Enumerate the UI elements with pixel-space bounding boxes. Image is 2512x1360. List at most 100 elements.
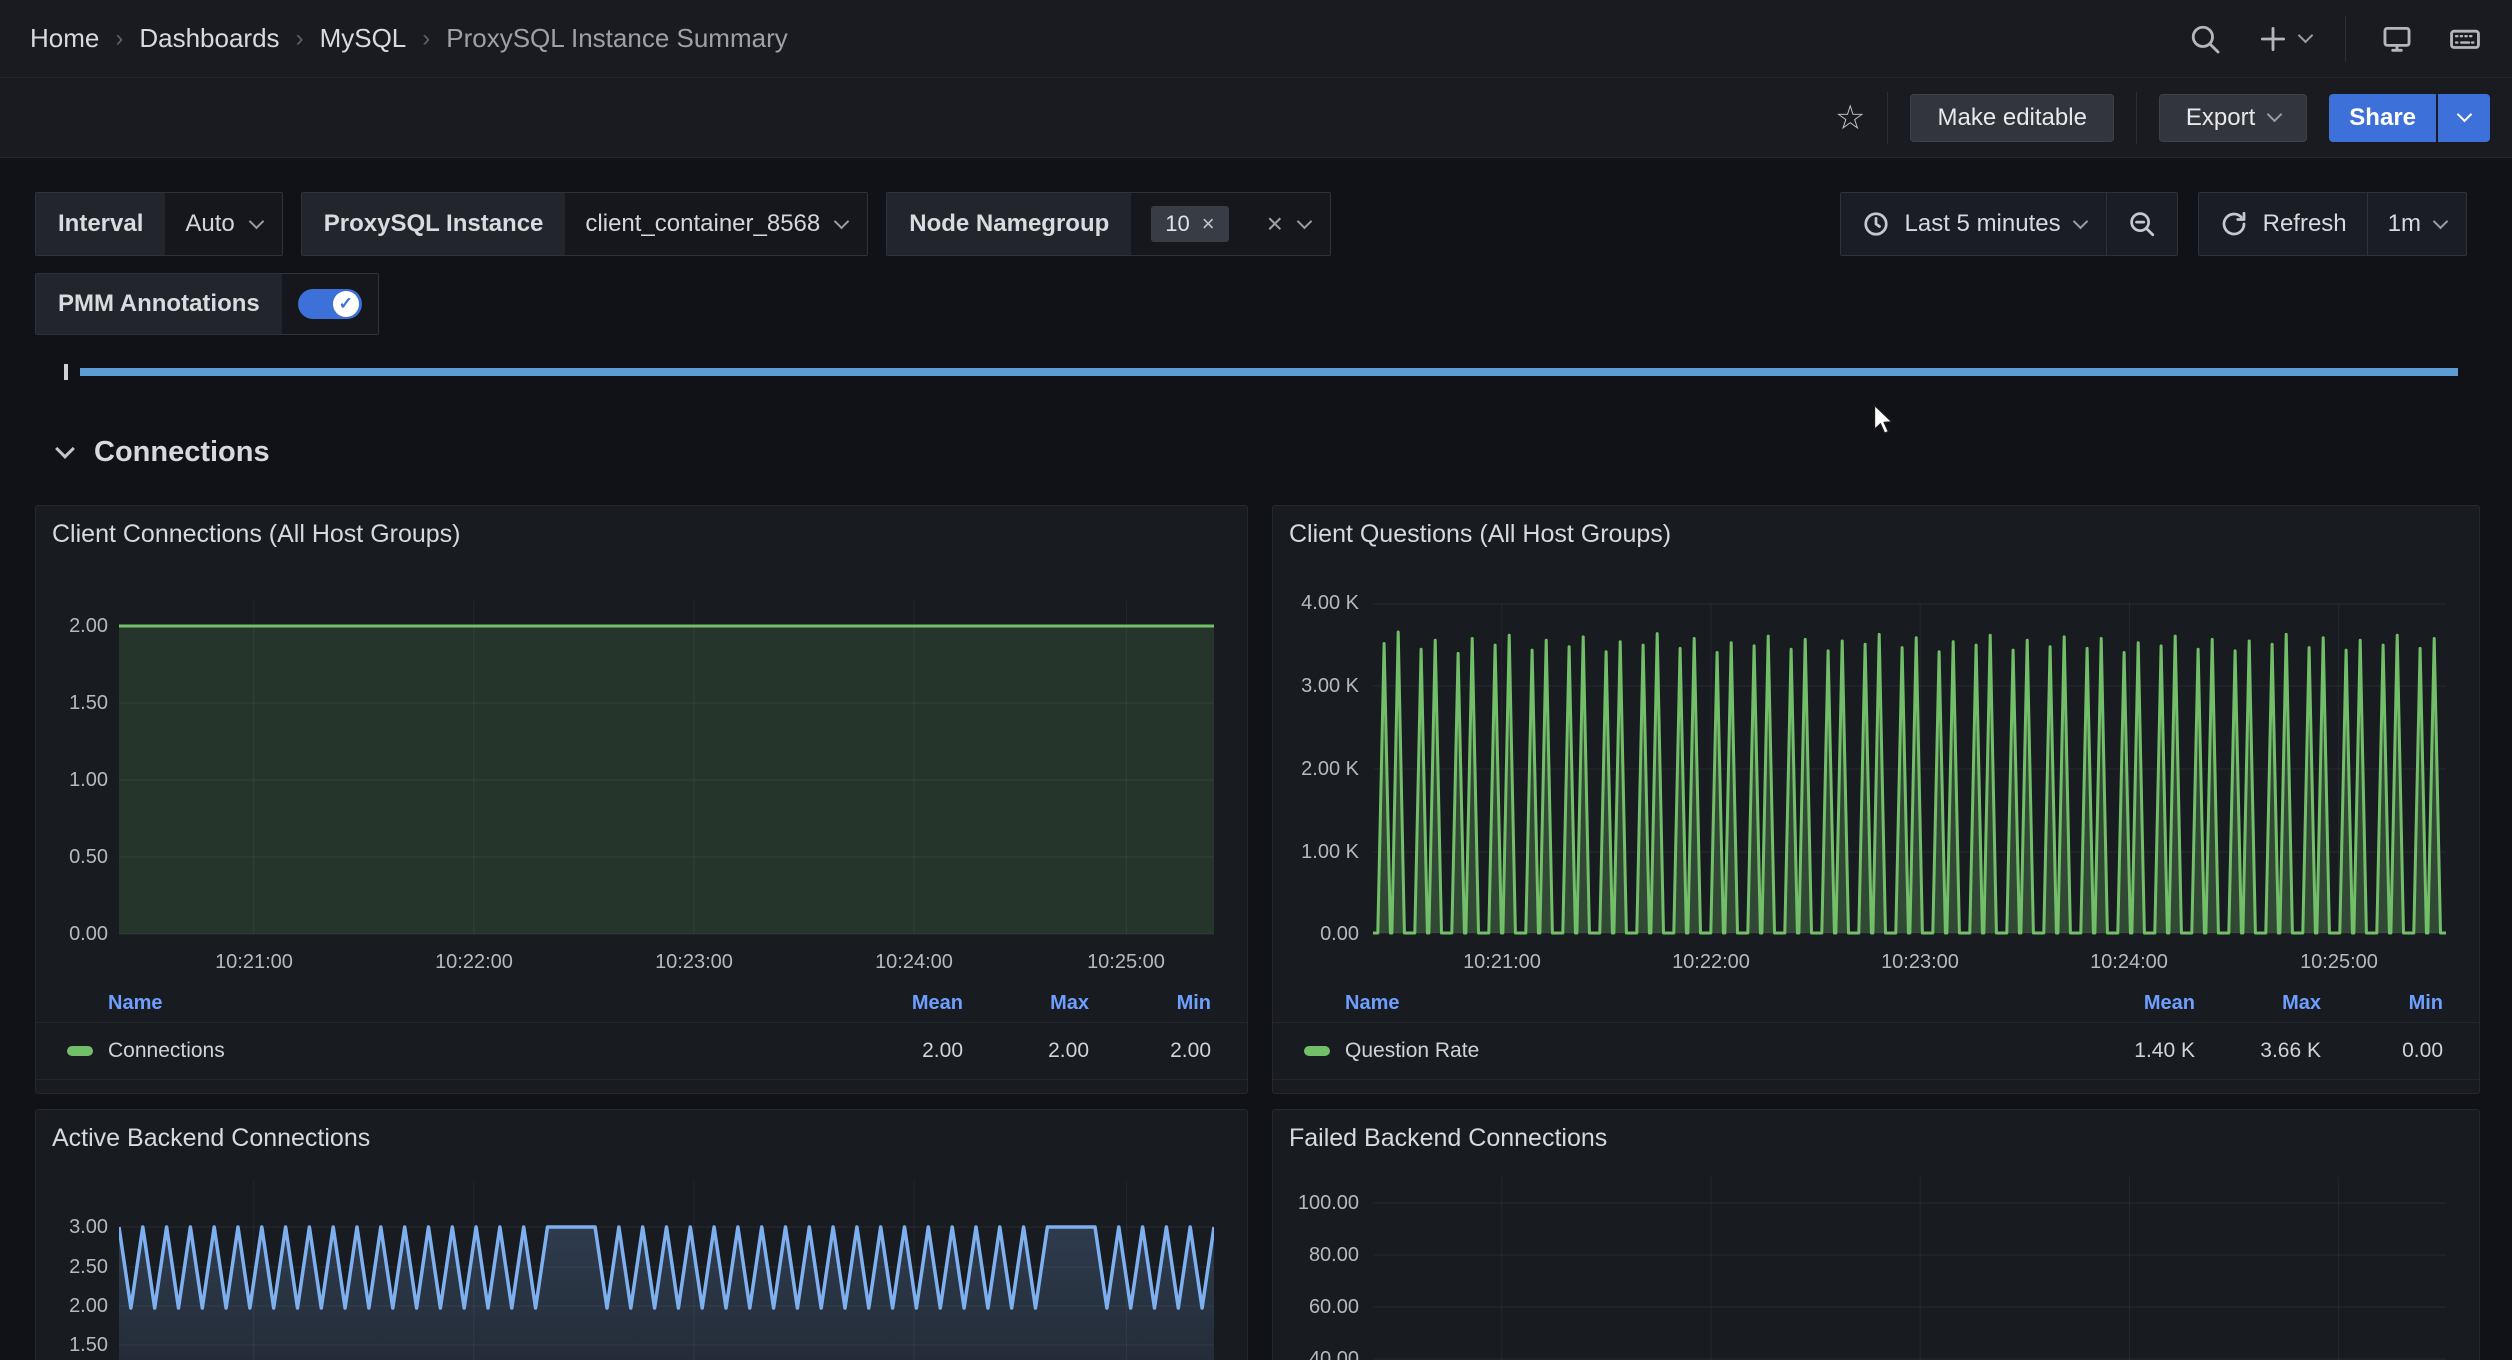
y-tick: 0.00 [36, 922, 108, 946]
remove-tag-icon[interactable]: × [1202, 211, 1215, 237]
panel-failed-backend-connections: Failed Backend Connections 100.00 80.00 … [1272, 1109, 2480, 1360]
breadcrumb-current-page: ProxySQL Instance Summary [446, 23, 788, 54]
interval-select[interactable]: Auto [165, 193, 281, 255]
legend-series-name[interactable]: Question Rate [1345, 1039, 2065, 1063]
x-tick: 10:22:00 [404, 951, 544, 974]
legend-header-name[interactable]: Name [1345, 992, 2065, 1015]
section-title: Connections [94, 436, 270, 469]
proxysql-instance-value: client_container_8568 [585, 210, 820, 238]
chevron-down-icon [1297, 213, 1313, 229]
chart-active-backend-connections[interactable] [119, 1181, 1214, 1360]
chart-client-questions[interactable] [1373, 603, 2446, 937]
breadcrumb-home[interactable]: Home [30, 23, 99, 54]
refresh-interval-value: 1m [2388, 210, 2421, 238]
share-label: Share [2349, 104, 2416, 132]
annotation-marker [64, 364, 68, 380]
section-row-connections[interactable]: Connections [0, 430, 270, 474]
breadcrumb-dashboards[interactable]: Dashboards [139, 23, 279, 54]
add-menu[interactable] [2256, 22, 2311, 56]
chevron-down-icon [2456, 107, 2472, 123]
plus-icon[interactable] [2256, 22, 2290, 56]
zoom-out-icon [2127, 209, 2157, 239]
chart-client-connections[interactable] [119, 601, 1214, 941]
node-namegroup-select[interactable]: 10 × × [1131, 193, 1330, 255]
proxysql-instance-select[interactable]: client_container_8568 [565, 193, 867, 255]
make-editable-button[interactable]: Make editable [1910, 94, 2113, 142]
clear-selection-icon[interactable]: × [1267, 210, 1283, 238]
x-tick: 10:25:00 [1056, 951, 1196, 974]
star-favorite-icon[interactable]: ☆ [1835, 101, 1865, 135]
chevron-down-icon [2433, 213, 2449, 229]
legend-header-mean[interactable]: Mean [833, 992, 963, 1015]
y-tick: 2.00 K [1273, 757, 1359, 781]
node-namegroup-label: Node Namegroup [887, 193, 1131, 255]
make-editable-label: Make editable [1937, 104, 2086, 132]
legend-header-mean[interactable]: Mean [2065, 992, 2195, 1015]
dashboard-controls: Interval Auto ProxySQL Instance client_c… [35, 192, 2467, 256]
panel-title[interactable]: Active Backend Connections [52, 1124, 370, 1153]
breadcrumb: Home › Dashboards › MySQL › ProxySQL Ins… [30, 0, 788, 77]
time-range-picker[interactable]: Last 5 minutes [1841, 193, 2106, 255]
legend-header-min[interactable]: Min [2321, 992, 2443, 1015]
legend-series-name[interactable]: Connections [108, 1039, 833, 1063]
y-tick: 0.00 [1273, 922, 1359, 946]
divider [2136, 92, 2137, 144]
legend-header-min[interactable]: Min [1089, 992, 1211, 1015]
pmm-annotations-label: PMM Annotations [36, 274, 282, 334]
chart-failed-backend-connections[interactable] [1373, 1177, 2446, 1360]
interval-label: Interval [36, 193, 165, 255]
refresh-button[interactable]: Refresh [2199, 193, 2367, 255]
panel-legend: Name Mean Max Min Connections 2.00 2.00 … [36, 984, 1247, 1080]
share-menu-button[interactable] [2436, 94, 2490, 142]
x-tick: 10:24:00 [2059, 951, 2199, 974]
refresh-icon [2219, 209, 2249, 239]
legend-header-max[interactable]: Max [2195, 992, 2321, 1015]
y-tick: 3.00 [36, 1215, 108, 1239]
x-tick: 10:24:00 [844, 951, 984, 974]
y-tick: 1.00 K [1273, 840, 1359, 864]
share-button[interactable]: Share [2329, 94, 2436, 142]
refresh-group: Refresh 1m [2198, 192, 2467, 256]
y-tick: 60.00 [1273, 1295, 1359, 1319]
y-tick: 0.50 [36, 845, 108, 869]
x-tick: 10:21:00 [184, 951, 324, 974]
y-tick: 80.00 [1273, 1243, 1359, 1267]
breadcrumb-separator: › [296, 25, 304, 53]
y-tick: 3.00 K [1273, 674, 1359, 698]
proxysql-instance-label: ProxySQL Instance [302, 193, 566, 255]
legend-header-max[interactable]: Max [963, 992, 1089, 1015]
panel-title[interactable]: Client Questions (All Host Groups) [1289, 520, 1671, 549]
legend-min-value: 0.00 [2321, 1039, 2443, 1063]
node-namegroup-variable: Node Namegroup 10 × × [886, 192, 1331, 256]
chevron-down-icon [55, 439, 75, 459]
panel-title[interactable]: Client Connections (All Host Groups) [52, 520, 461, 549]
share-split-button: Share [2329, 94, 2490, 142]
chevron-down-icon [2298, 28, 2314, 44]
y-tick: 2.50 [36, 1255, 108, 1279]
y-tick: 40.00 [1273, 1347, 1359, 1360]
legend-max-value: 3.66 K [2195, 1039, 2321, 1063]
legend-max-value: 2.00 [963, 1039, 1089, 1063]
selected-tag-chip: 10 × [1151, 206, 1228, 242]
panel-client-connections: Client Connections (All Host Groups) 2.0… [35, 505, 1248, 1094]
pmm-annotations-toggle[interactable]: ✓ [298, 289, 362, 319]
export-button[interactable]: Export [2159, 94, 2307, 142]
refresh-interval-select[interactable]: 1m [2367, 193, 2466, 255]
breadcrumb-separator: › [115, 25, 123, 53]
monitor-icon[interactable] [2380, 22, 2414, 56]
refresh-label: Refresh [2263, 210, 2347, 238]
panel-title[interactable]: Failed Backend Connections [1289, 1124, 1607, 1153]
keyboard-icon[interactable] [2448, 22, 2482, 56]
x-tick: 10:23:00 [1850, 951, 1990, 974]
y-tick: 100.00 [1273, 1191, 1359, 1215]
legend-mean-value: 1.40 K [2065, 1039, 2195, 1063]
zoom-out-time-button[interactable] [2106, 193, 2177, 255]
breadcrumb-mysql[interactable]: MySQL [320, 23, 407, 54]
legend-min-value: 2.00 [1089, 1039, 1211, 1063]
search-icon[interactable] [2188, 22, 2222, 56]
toggle-knob: ✓ [333, 291, 359, 317]
selected-tag-value: 10 [1165, 211, 1189, 237]
y-tick: 2.00 [36, 614, 108, 638]
legend-header-name[interactable]: Name [108, 992, 833, 1015]
y-tick: 2.00 [36, 1294, 108, 1318]
